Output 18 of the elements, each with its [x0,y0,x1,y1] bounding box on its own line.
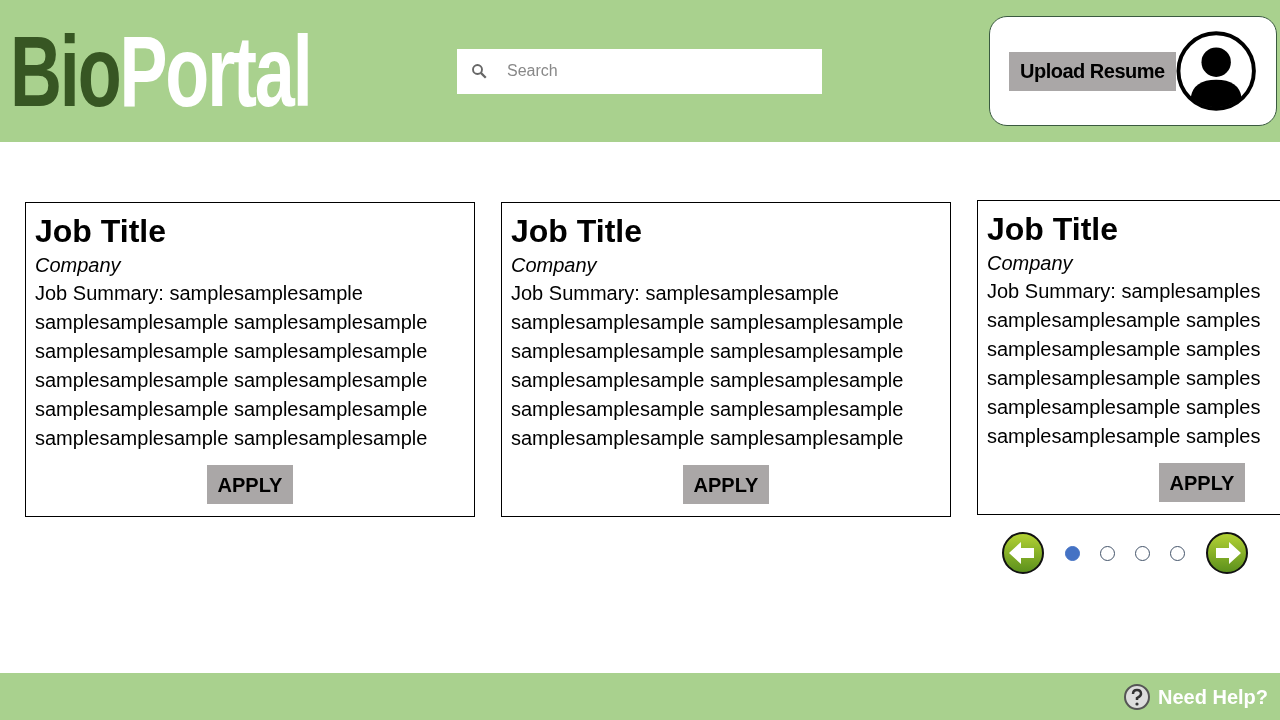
search-icon [470,61,488,80]
job-title: Job Title [35,212,167,250]
apply-button[interactable]: APPLY [682,465,770,504]
job-summary: Job Summary: samplesamplesample samplesamplesample samplesamplesample samplesamplesample samplesamplesample samplesamplesample samplesamplesample samplesamplesample samplesamplesample samplesamplesample samplesamplesample [511,281,905,451]
apply-button[interactable]: APPLY [1158,463,1246,502]
job-title: Job Title [511,212,643,250]
upload-resume-button[interactable]: Upload Resume [1009,51,1176,91]
job-title: Job Title [987,210,1119,248]
avatar-icon[interactable] [1175,30,1256,112]
company-name: Company [511,253,599,278]
job-summary: Job Summary: samplesamples samplesamplesample samples samplesamplesample samples samplesamplesample samples samplesamplesample samples samplesamplesample samples [987,279,1262,449]
apply-button[interactable]: APPLY [206,465,294,504]
logo: BioPortal [10,26,312,116]
company-name: Company [987,251,1075,276]
search-field[interactable]: Search [457,48,822,94]
job-summary: Job Summary: samplesamplesample samplesamplesample samplesamplesample samplesamplesample samplesamplesample samplesamplesample samplesamplesample samplesamplesample samplesamplesample samplesamplesample samplesamplesample [35,281,429,451]
company-name: Company [35,253,123,278]
help-icon[interactable] [1123,683,1150,710]
